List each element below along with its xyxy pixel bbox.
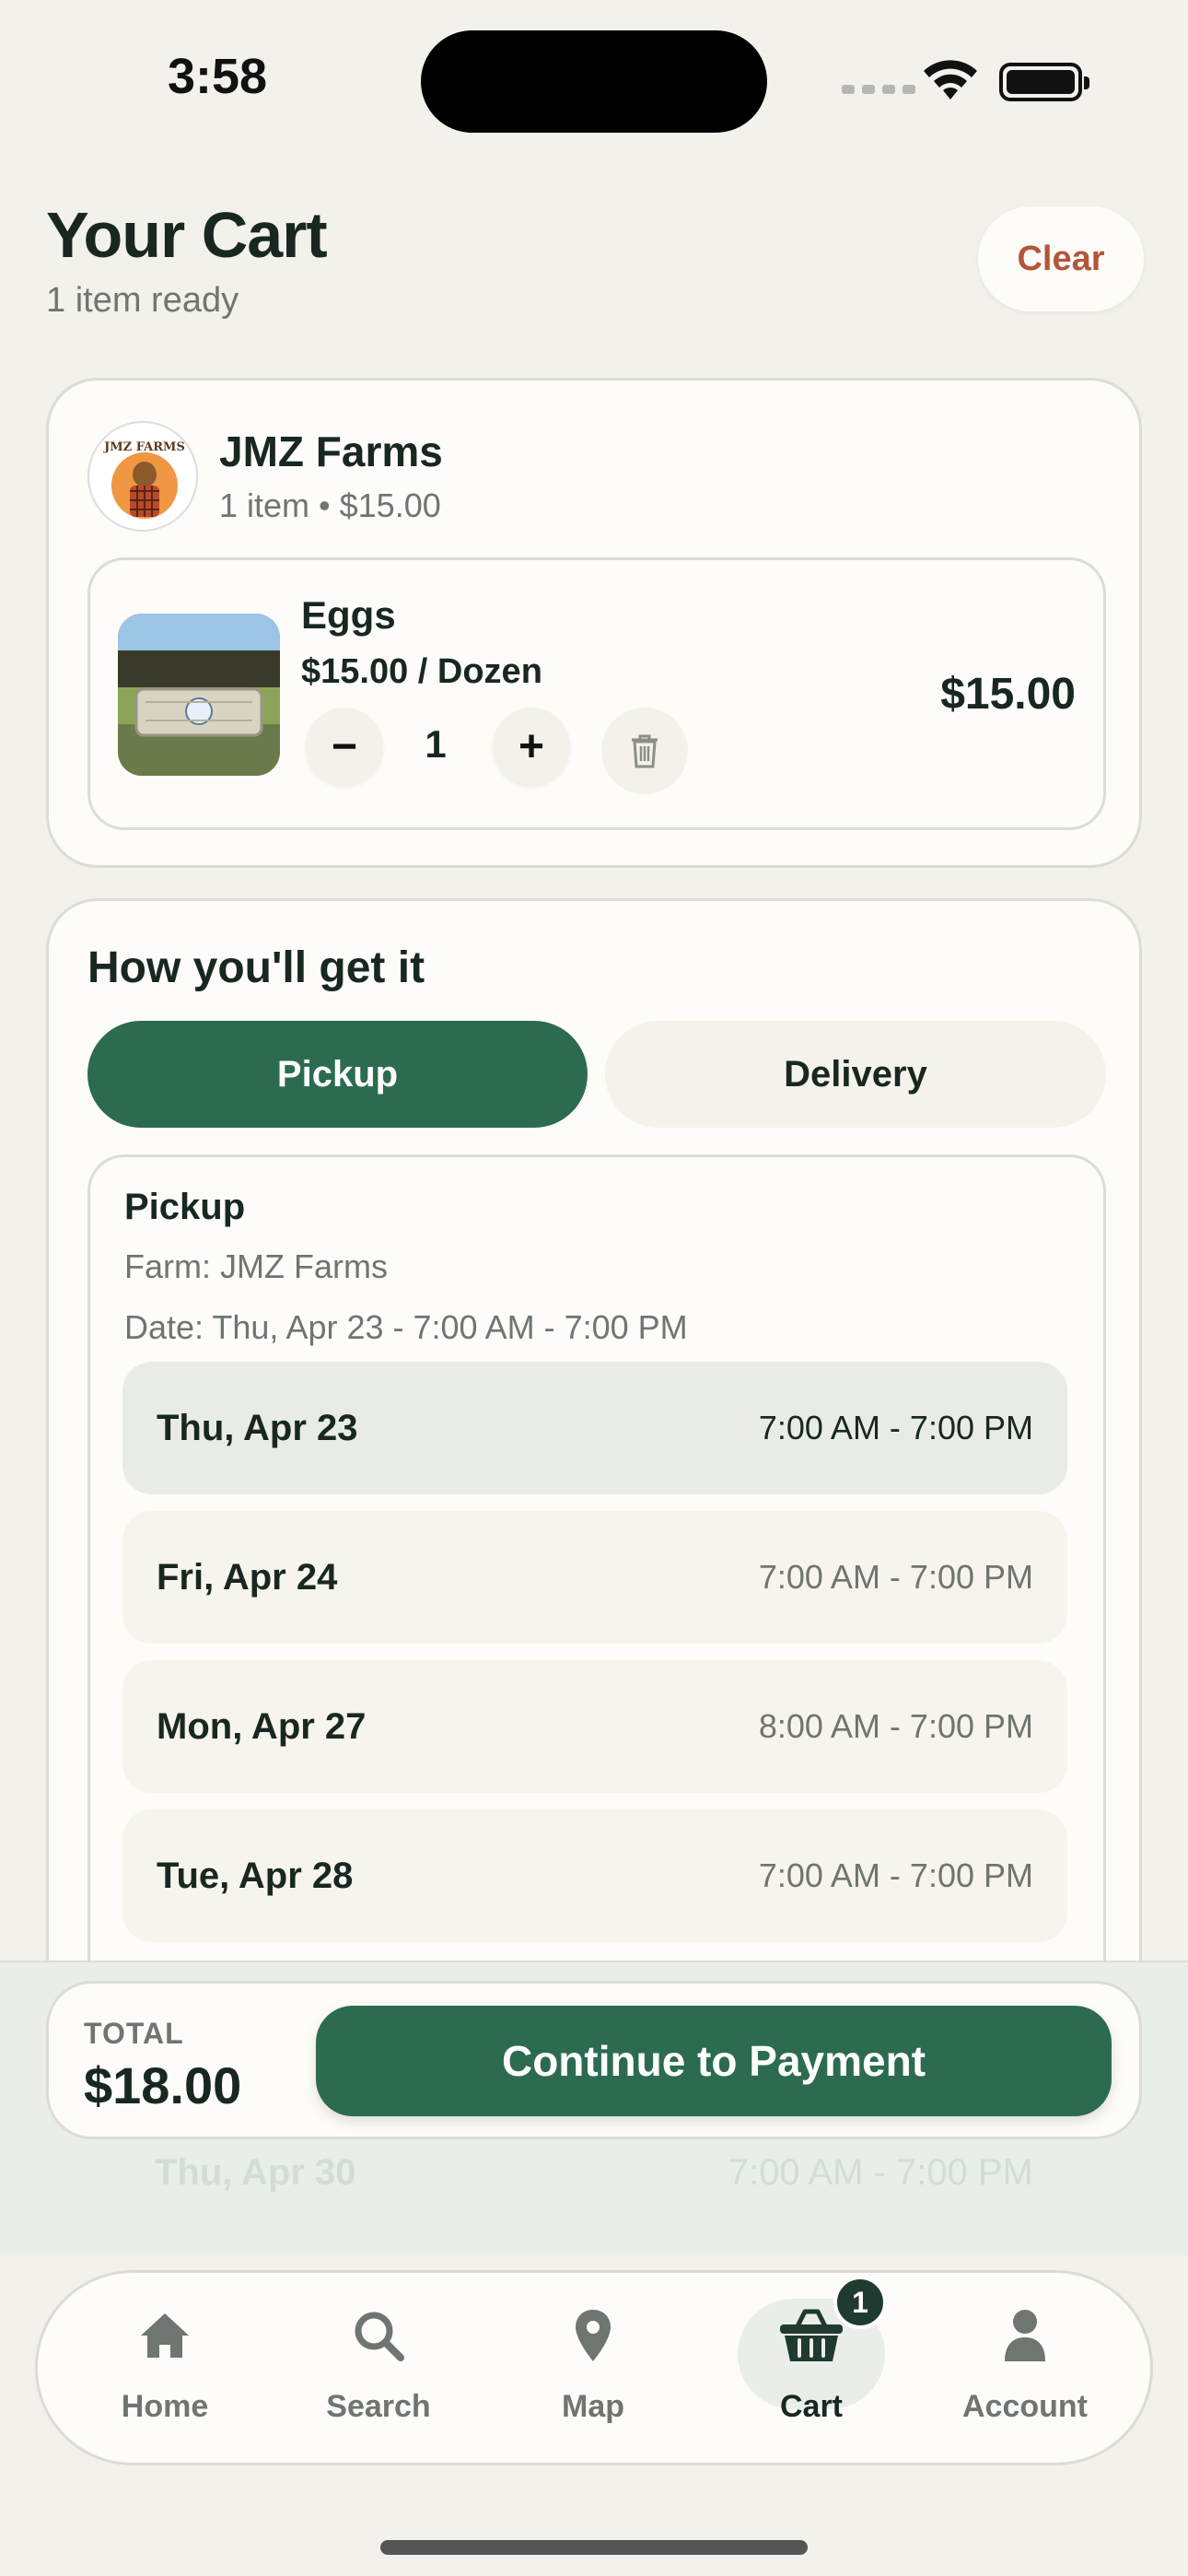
slot-day: Fri, Apr 24 [157, 1556, 338, 1598]
home-indicator [380, 2540, 808, 2555]
pickup-farm: Farm: JMZ Farms [124, 1247, 388, 1285]
slot-time: 7:00 AM - 7:00 PM [758, 1409, 1033, 1446]
increase-quantity-button[interactable]: + [493, 708, 570, 785]
pickup-selected-date: Date: Thu, Apr 23 - 7:00 AM - 7:00 PM [124, 1308, 688, 1346]
page-title: Your Cart [46, 199, 328, 271]
pickup-slot[interactable]: Mon, Apr 27 8:00 AM - 7:00 PM [122, 1660, 1067, 1793]
dynamic-island [421, 30, 767, 133]
pickup-heading: Pickup [124, 1187, 246, 1227]
decrease-quantity-button[interactable]: − [306, 708, 383, 785]
map-pin-icon [576, 2310, 611, 2361]
tab-label: Map [562, 2389, 624, 2424]
checkout-bar: TOTAL $18.00 Continue to Payment [46, 1981, 1142, 2139]
slot-day: Thu, Apr 30 [155, 2152, 356, 2193]
pickup-slot[interactable]: Thu, Apr 23 7:00 AM - 7:00 PM [122, 1362, 1067, 1494]
farm-summary: 1 item • $15.00 [219, 486, 441, 524]
farm-name[interactable]: JMZ Farms [219, 427, 443, 476]
status-bar: 3:58 [0, 0, 1188, 157]
total-value: $18.00 [84, 2056, 242, 2114]
farm-cart-card: JMZ FARMS JMZ Farms 1 item • $15.00 Eggs… [46, 378, 1142, 868]
battery-icon [999, 63, 1089, 101]
quantity-value: 1 [425, 722, 447, 766]
slot-day: Tue, Apr 28 [157, 1855, 354, 1896]
line-total: $15.00 [940, 670, 1076, 719]
product-image [118, 614, 280, 776]
continue-to-payment-button[interactable]: Continue to Payment [316, 2006, 1112, 2116]
pickup-slot[interactable]: Tue, Apr 28 7:00 AM - 7:00 PM [122, 1809, 1067, 1942]
farm-logo: JMZ FARMS [87, 421, 198, 532]
slot-time: 8:00 AM - 7:00 PM [758, 1707, 1033, 1745]
cart-badge: 1 [833, 2276, 887, 2329]
tab-map[interactable]: Map [510, 2299, 676, 2446]
search-icon [355, 2312, 404, 2361]
slot-time: 7:00 AM - 7:00 PM [728, 2152, 1033, 2193]
pickup-option-button[interactable]: Pickup [87, 1021, 588, 1128]
tab-label: Cart [779, 2389, 844, 2424]
cart-item: Eggs $15.00 / Dozen − 1 + $15.00 [87, 557, 1106, 830]
tab-label: Search [326, 2389, 431, 2424]
home-icon [141, 2313, 189, 2358]
pickup-slot[interactable]: Fri, Apr 24 7:00 AM - 7:00 PM [122, 1511, 1067, 1644]
slot-time: 7:00 AM - 7:00 PM [758, 1558, 1033, 1596]
wifi-icon [924, 60, 977, 100]
tab-home[interactable]: Home [82, 2299, 248, 2446]
total-label: TOTAL [84, 2017, 184, 2050]
svg-text:JMZ FARMS: JMZ FARMS [103, 440, 185, 454]
product-name[interactable]: Eggs [301, 593, 396, 638]
fulfillment-title: How you'll get it [87, 943, 425, 992]
product-unit-price: $15.00 / Dozen [301, 652, 542, 691]
slot-day: Mon, Apr 27 [157, 1705, 367, 1747]
trash-icon [632, 734, 658, 768]
clear-cart-button[interactable]: Clear [978, 206, 1144, 311]
fulfillment-card: How you'll get it Pickup Delivery Pickup… [46, 898, 1142, 2004]
tab-account[interactable]: Account [942, 2299, 1108, 2446]
tab-search[interactable]: Search [296, 2299, 461, 2446]
cellular-signal-icon [842, 85, 915, 94]
status-time: 3:58 [168, 49, 268, 104]
account-icon [1005, 2310, 1045, 2361]
pickup-slot-faded: Thu, Apr 30 7:00 AM - 7:00 PM [155, 2152, 1033, 2194]
tab-bar: Home Search Map Cart Account [35, 2270, 1153, 2465]
pickup-details: Pickup Farm: JMZ Farms Date: Thu, Apr 23… [87, 1154, 1106, 2004]
tab-label: Home [121, 2389, 209, 2424]
cart-icon [780, 2309, 843, 2361]
delivery-option-button[interactable]: Delivery [605, 1021, 1106, 1128]
slot-day: Thu, Apr 23 [157, 1407, 358, 1448]
cart-item-count: 1 item ready [46, 281, 239, 320]
remove-item-button[interactable] [601, 708, 688, 794]
slot-time: 7:00 AM - 7:00 PM [758, 1856, 1033, 1894]
tab-label: Account [962, 2389, 1088, 2424]
